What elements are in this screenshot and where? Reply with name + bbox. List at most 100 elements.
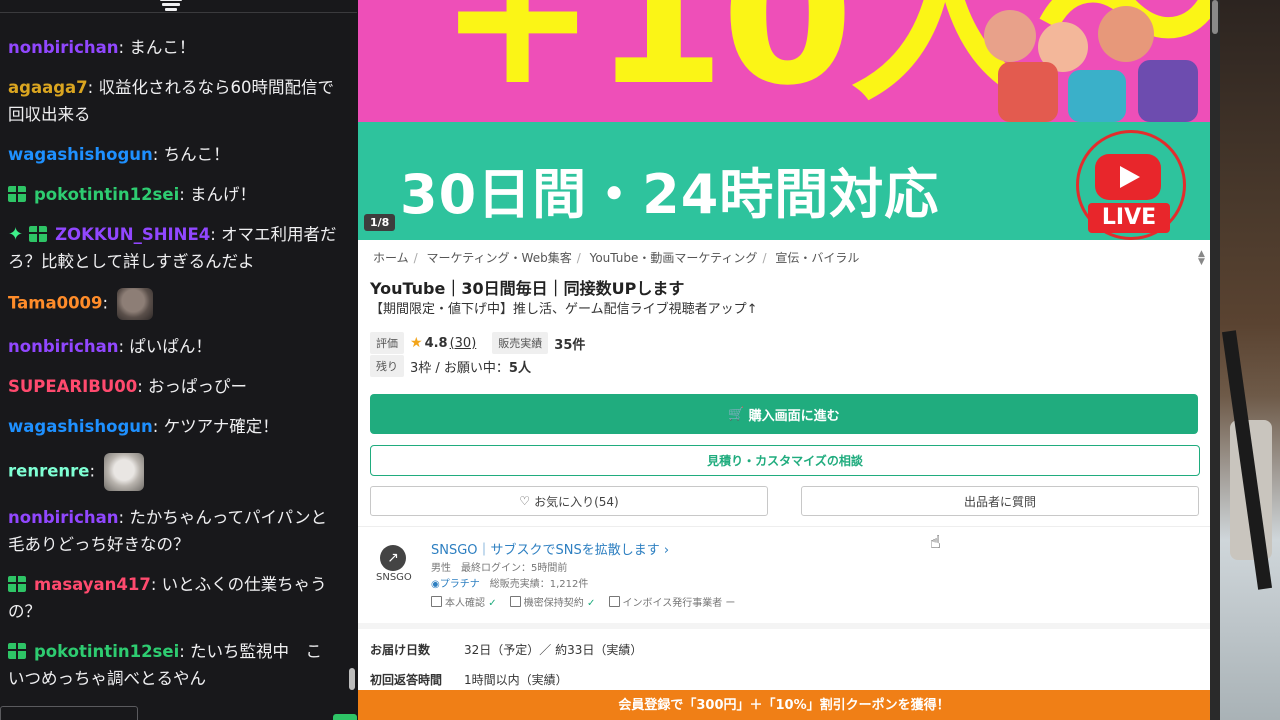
gift-badge-icon [29, 226, 48, 242]
sparkle-badge-icon: ✦ [8, 224, 24, 245]
chat-message: SUPEARIBU00: おっぱっぴー [8, 377, 248, 396]
chat-username[interactable]: agaaga7 [8, 78, 88, 97]
chat-message-list: nonbirichan: まんこ！ agaaga7: 収益化されるなら60時間配信… [8, 34, 338, 705]
chat-message: pokotintin12sei: たいち監視中 こいつめっちゃ調べとるやん [8, 642, 323, 688]
chat-message: renrenre: [8, 453, 338, 491]
delivery-days-value: 32日（予定）／ 約33日（実績） [464, 643, 643, 657]
chat-username[interactable]: wagashishogun [8, 145, 153, 164]
chat-username[interactable]: ZOKKUN_SHINE4 [55, 225, 210, 244]
breadcrumb-item-home[interactable]: ホーム [373, 251, 409, 265]
requests-value: 5人 [508, 360, 531, 376]
chat-panel: nonbirichan: まんこ！ agaaga7: 収益化されるなら60時間配信… [0, 0, 357, 720]
chat-username[interactable]: SUPEARIBU00 [8, 377, 137, 396]
delivery-days-row: お届け日数 32日（予定）／ 約33日（実績） [370, 641, 642, 658]
check-icon: ✓ [488, 598, 497, 609]
contract-icon [509, 596, 521, 607]
chat-username[interactable]: wagashishogun [8, 417, 153, 436]
chat-text: ちんこ！ [163, 145, 230, 164]
seller-rank-row: ◉プラチナ 総販売実績：1,212件 [431, 575, 588, 590]
product-subtitle: 【期間限定・値下げ中】推し活、ゲーム配信ライブ視聴者アップ↑ [370, 302, 758, 317]
page-scrollbar[interactable] [1210, 0, 1220, 720]
ask-seller-button[interactable]: 出品者に質問 [801, 486, 1199, 516]
favorite-label: お気に入り(54) [534, 494, 619, 509]
seller-name-link[interactable]: SNSGO｜サブスクでSNSを拡散します › [431, 539, 669, 558]
hero-image-top: +10人〜 [358, 0, 1210, 122]
chevron-right-icon: › [663, 543, 670, 558]
breadcrumb-item-viral[interactable]: 宣伝・バイラル [775, 251, 859, 265]
rating-count[interactable]: (30) [450, 336, 477, 351]
estimate-button[interactable]: 見積り・カスタマイズの相談 [370, 445, 1200, 476]
check-icon: ✓ [586, 598, 596, 609]
dog-emote [117, 288, 154, 320]
product-title: YouTube｜30日間毎日｜同接数UPします [370, 279, 685, 298]
chat-header [0, 0, 357, 13]
chat-text: おっぱっぴー [148, 377, 248, 396]
breadcrumb: ホーム / マーケティング・Web集客 / YouTube・動画マーケティング / 宣… [373, 251, 860, 265]
platinum-icon: ◉ [431, 579, 440, 590]
chat-username[interactable]: nonbirichan [8, 508, 119, 527]
delivery-days-label: お届け日数 [370, 643, 431, 657]
chat-message: agaaga7: 収益化されるなら60時間配信で回収出来る [8, 78, 334, 124]
rating-row: 評価 ★ 4.8 (30) 販売実績 35件 [370, 332, 585, 354]
seller-verifications: 本人確認 ✓ 機密保持契約 ✓ インボイス発行事業者 ー [431, 594, 735, 609]
response-time-label: 初回返答時間 [370, 673, 443, 687]
page-scrollbar-thumb[interactable] [1212, 0, 1218, 34]
gift-badge-icon [8, 186, 26, 202]
hero-sub-text: 30日間・24時間対応 [400, 163, 940, 226]
chat-username[interactable]: pokotintin12sei [34, 642, 179, 661]
hand-cursor-icon: ☝ [930, 532, 941, 553]
response-time-value: 1時間以内（実績） [464, 673, 568, 687]
coupon-banner[interactable]: 会員登録で「300円」＋「10%」割引クーポンを獲得！ [358, 690, 1210, 720]
chat-message: pokotintin12sei: まんげ！ [8, 181, 338, 208]
chat-message: nonbirichan: ぱいぱん！ [8, 337, 212, 356]
response-time-row: 初回返答時間 1時間以内（実績） [370, 671, 568, 688]
chat-username[interactable]: nonbirichan [8, 337, 119, 356]
hero-crowd-illustration [968, 0, 1210, 122]
chat-message: masayan417: いとふくの仕業ちゃうの？ [8, 575, 327, 621]
gift-badge-icon [8, 643, 26, 659]
buy-button[interactable]: 🛒 購入画面に進む [370, 394, 1198, 434]
chat-text: ケツアナ確定！ [163, 417, 279, 436]
chat-username[interactable]: Tama0009 [8, 294, 103, 313]
seller-rank: プラチナ [439, 579, 480, 590]
cart-icon: 🛒 [728, 406, 745, 422]
remain-label: 残り [370, 355, 404, 377]
chat-text: まんこ！ [129, 38, 196, 57]
play-icon [1095, 154, 1161, 200]
chat-text: ぱいぱん！ [129, 337, 212, 356]
chat-username[interactable]: masayan417 [34, 575, 151, 594]
seller-trend-icon[interactable]: ↗ [380, 545, 406, 571]
id-card-icon [431, 596, 442, 607]
chat-filter-icon[interactable] [160, 0, 182, 14]
breadcrumb-item-marketing[interactable]: マーケティング・Web集客 [427, 251, 572, 265]
breadcrumb-item-youtube[interactable]: YouTube・動画マーケティング [590, 251, 758, 265]
remaining-row: 残り 3枠 / お願い中： 5人 [370, 355, 531, 377]
image-counter: 1/8 [364, 214, 396, 231]
gift-badge-icon [8, 576, 26, 592]
seller-meta: 男性 最終ログイン：5時間前 [431, 563, 568, 574]
chat-message: Tama0009: [8, 288, 338, 320]
product-page: +10人〜 30日間・24時間対応 LIVE 1/8 ホーム / マーケティング・… [358, 0, 1210, 720]
cat-emote [104, 453, 145, 491]
remain-value: 3枠 / お願い中： [410, 360, 509, 376]
invoice-icon [608, 596, 620, 607]
rating-label: 評価 [370, 332, 404, 354]
chat-input-box[interactable] [0, 706, 138, 720]
chat-scrollbar[interactable] [349, 668, 355, 690]
chat-username[interactable]: nonbirichan [8, 38, 119, 57]
seller-logo-text: SNSGO [376, 572, 412, 583]
chat-text: まんげ！ [190, 185, 257, 204]
chat-username[interactable]: pokotintin12sei [34, 185, 179, 204]
favorite-button[interactable]: ♡ お気に入り(54) [370, 486, 768, 516]
chat-message: wagashishogun: ちんこ！ [8, 145, 230, 164]
sales-value: 35件 [554, 337, 586, 353]
live-label: LIVE [1088, 203, 1170, 233]
chat-message: nonbirichan: たかちゃんってパイパンと毛ありどっち好きなの？ [8, 508, 327, 554]
chat-message: nonbirichan: まんこ！ [8, 38, 196, 57]
star-icon: ★ [410, 335, 423, 351]
scroll-arrows-icon[interactable]: ▲ ▼ [1198, 250, 1205, 267]
seller-total-sales: 総販売実績：1,212件 [479, 579, 589, 590]
chat-username[interactable]: renrenre [8, 462, 89, 481]
sales-label: 販売実績 [492, 332, 549, 354]
chat-send-button[interactable] [333, 714, 357, 720]
